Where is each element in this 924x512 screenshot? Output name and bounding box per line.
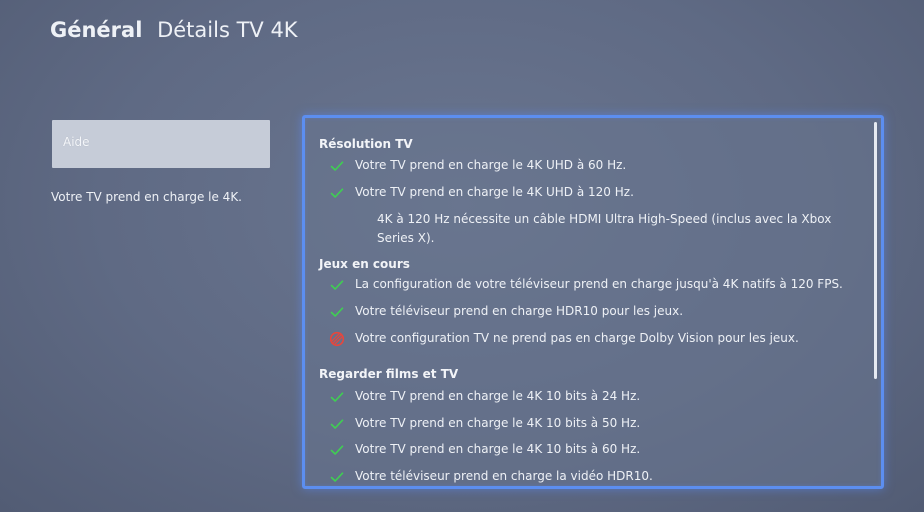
media-item-label: Votre téléviseur prend en charge la vidé… <box>355 469 653 483</box>
gaming-item-label: Votre configuration TV ne prend pas en c… <box>355 331 799 345</box>
scrollbar[interactable] <box>874 122 877 482</box>
check-icon <box>330 445 344 455</box>
gaming-section-title: Jeux en cours <box>319 257 410 271</box>
resolution-section-title: Résolution TV <box>319 137 413 151</box>
hdmi-cable-note: 4K à 120 Hz nécessite un câble HDMI Ultr… <box>377 212 832 245</box>
gaming-item-label: Votre téléviseur prend en charge HDR10 p… <box>355 304 684 318</box>
check-icon <box>330 419 344 429</box>
help-button[interactable]: Aide <box>52 120 270 168</box>
check-icon <box>330 472 344 482</box>
check-icon <box>330 307 344 317</box>
check-icon <box>330 161 344 171</box>
media-section-title: Regarder films et TV <box>319 367 459 381</box>
page-header: Général Détails TV 4K <box>50 18 298 42</box>
check-icon <box>330 392 344 402</box>
scrollbar-thumb[interactable] <box>874 122 877 379</box>
gaming-item-label: La configuration de votre téléviseur pre… <box>355 277 843 291</box>
blocked-icon <box>329 331 345 347</box>
tv-support-summary: Votre TV prend en charge le 4K. <box>51 190 242 204</box>
check-icon <box>330 280 344 290</box>
tv-details-panel[interactable]: Résolution TV Votre TV prend en charge l… <box>302 115 884 489</box>
check-icon <box>330 188 344 198</box>
help-button-label: Aide <box>63 135 90 149</box>
media-item-label: Votre TV prend en charge le 4K 10 bits à… <box>355 442 641 456</box>
media-item-label: Votre TV prend en charge le 4K 10 bits à… <box>355 416 641 430</box>
page-title: Détails TV 4K <box>157 18 298 42</box>
resolution-item-label: Votre TV prend en charge le 4K UHD à 60 … <box>355 158 627 172</box>
resolution-item-label: Votre TV prend en charge le 4K UHD à 120… <box>355 185 634 199</box>
media-item-label: Votre TV prend en charge le 4K 10 bits à… <box>355 389 641 403</box>
section-title: Général <box>50 18 143 42</box>
